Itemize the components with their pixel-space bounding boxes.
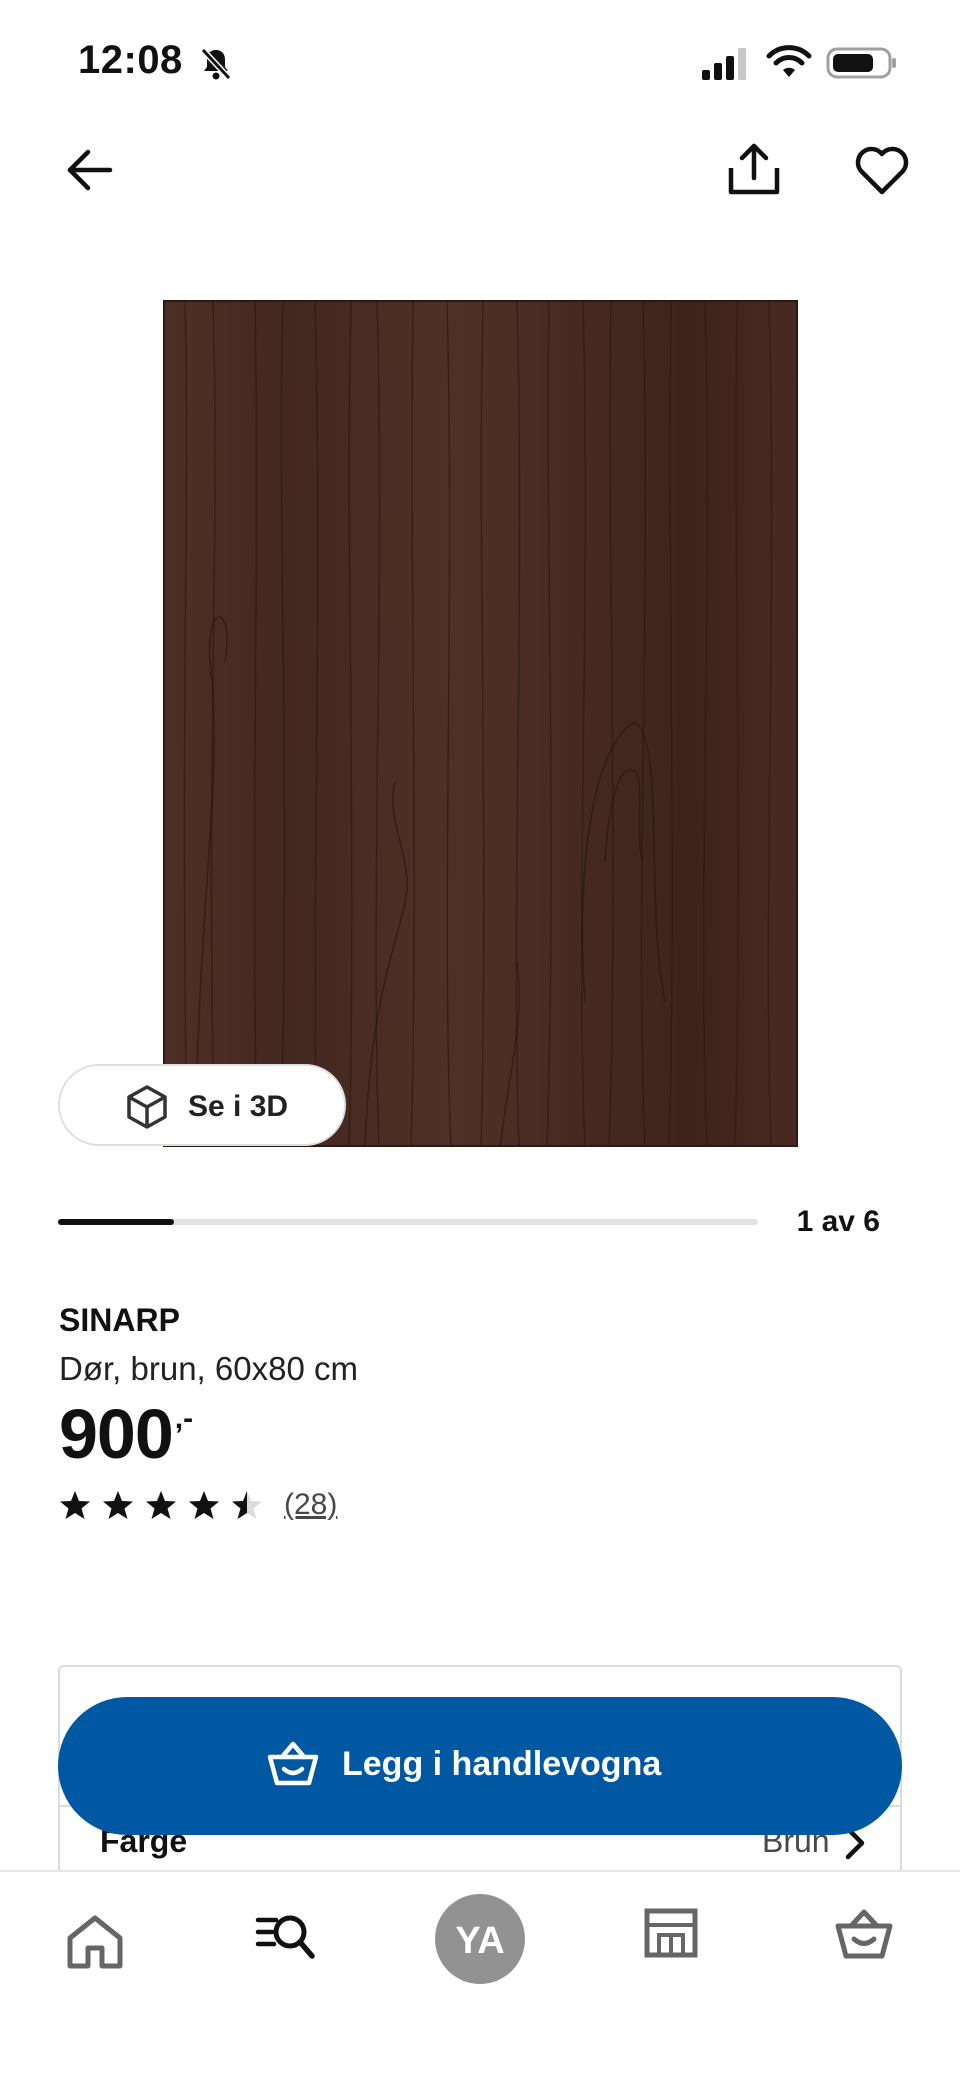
battery-icon [826, 47, 896, 79]
product-description: Dør, brun, 60x80 cm [59, 1350, 358, 1387]
profile-initials: YA [455, 1920, 505, 1962]
arrow-left-icon [67, 149, 113, 191]
wood-door-image [165, 302, 796, 1145]
store-icon [644, 1908, 698, 1958]
home-icon [67, 1915, 123, 1969]
nav-cart[interactable] [834, 1906, 894, 1962]
status-time: 12:08 [78, 38, 183, 82]
nav-home[interactable] [62, 1908, 128, 1974]
heart-icon [855, 146, 909, 195]
star-icon [60, 1491, 90, 1519]
favorite-button[interactable] [852, 140, 912, 200]
price: 900 ,- [59, 1394, 193, 1474]
back-button[interactable] [60, 140, 120, 200]
price-amount: 900 [59, 1395, 174, 1473]
wifi-icon [766, 45, 812, 77]
gallery-progress-fill [58, 1219, 174, 1225]
share-button[interactable] [722, 138, 786, 202]
cellular-signal-icon [702, 48, 746, 80]
star-icon [146, 1491, 176, 1519]
see-in-3d-button[interactable]: Se i 3D [58, 1064, 346, 1146]
cube-3d-icon [127, 1085, 167, 1129]
rating[interactable]: (28) [59, 1488, 337, 1522]
price-suffix: ,- [174, 1402, 194, 1435]
bell-muted-icon [200, 47, 232, 81]
search-icon [255, 1915, 315, 1959]
star-icon [232, 1491, 262, 1519]
nav-store[interactable] [644, 1908, 698, 1958]
status-bar: 12:08 [0, 0, 960, 120]
share-icon [728, 143, 780, 195]
product-name: SINARP [59, 1302, 180, 1338]
add-to-cart-label: Legg i handlevogna [342, 1745, 662, 1783]
see-in-3d-label: Se i 3D [188, 1090, 289, 1123]
nav-search[interactable] [254, 1906, 318, 1966]
nav-profile-avatar[interactable]: YA [435, 1894, 525, 1984]
gallery-counter: 1 av 6 [796, 1205, 880, 1238]
gallery-progress-track [58, 1219, 758, 1225]
basket-icon [267, 1741, 319, 1786]
product-image[interactable] [163, 300, 798, 1147]
bottom-navigation: YA [0, 1870, 960, 2078]
review-count-link[interactable]: (28) [284, 1488, 337, 1522]
star-icon [189, 1491, 219, 1519]
add-to-cart-button[interactable]: Legg i handlevogna [58, 1697, 902, 1835]
cart-icon [835, 1909, 893, 1959]
star-icon [103, 1491, 133, 1519]
rating-stars [59, 1489, 274, 1521]
